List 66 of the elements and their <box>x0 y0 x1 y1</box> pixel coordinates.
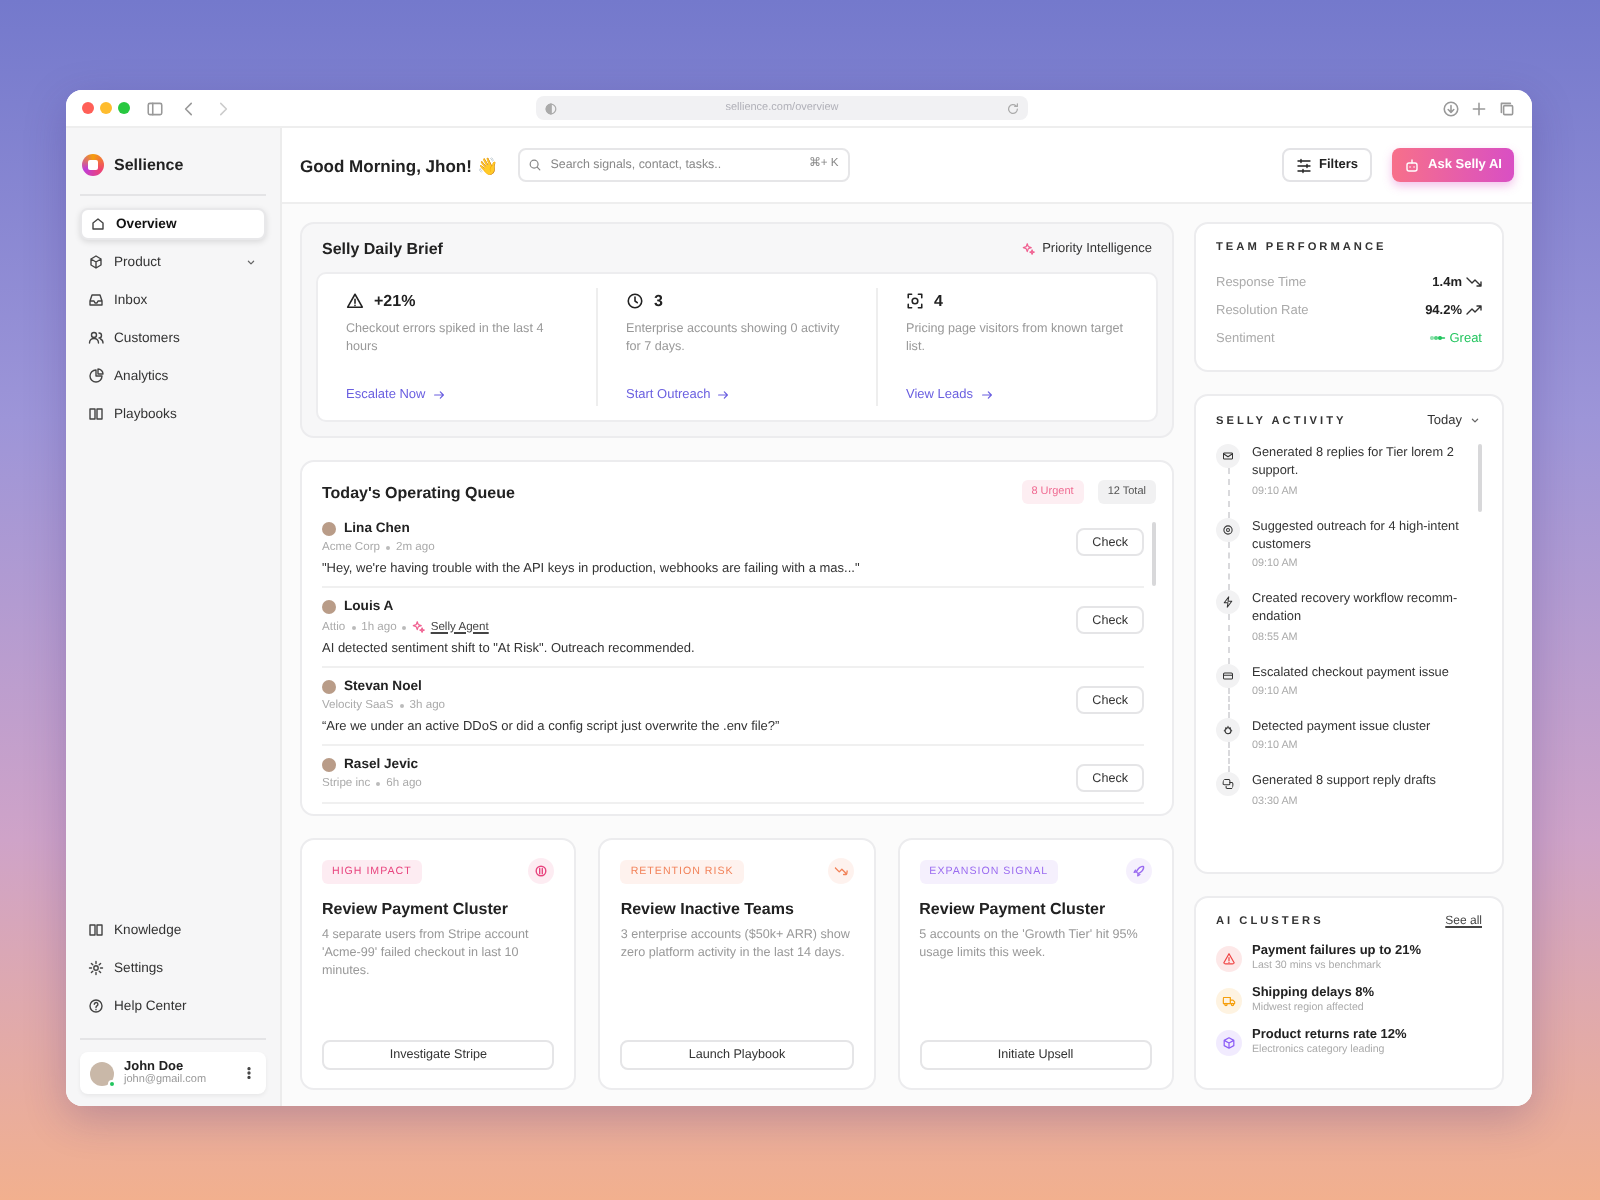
stat-value: +21% <box>374 292 416 310</box>
bug-icon <box>1216 717 1240 742</box>
sidebar-toggle-icon[interactable] <box>146 99 164 117</box>
separator-dot <box>386 546 390 550</box>
arrow-right-icon <box>979 388 993 402</box>
arrow-right-icon <box>431 388 446 402</box>
chart-icon <box>88 368 104 384</box>
separator-dot <box>376 782 381 786</box>
new-tab-icon[interactable] <box>1470 99 1488 117</box>
trend-down-icon <box>827 858 854 884</box>
separator-dot <box>402 625 407 629</box>
home-icon <box>90 216 106 232</box>
window-control-dot[interactable] <box>82 102 94 114</box>
mail-icon <box>1216 444 1240 468</box>
logo-icon <box>82 153 104 175</box>
stat-value: 4 <box>934 292 943 310</box>
card-title: Review Payment Cluster <box>919 900 1108 918</box>
robot-icon <box>1404 157 1421 173</box>
card-title: Today's Operating Queue <box>322 483 515 501</box>
sparkle-icon <box>412 620 427 634</box>
target-icon <box>1216 517 1240 542</box>
bolt-icon <box>1216 590 1240 615</box>
card-title: Selly Daily Brief <box>322 240 443 258</box>
warning-icon <box>346 292 364 310</box>
status-dots-icon <box>1427 330 1446 346</box>
card-icon <box>1216 663 1240 688</box>
trend-down-icon <box>1466 274 1482 290</box>
trend-up-icon <box>1466 302 1482 318</box>
chevron-down-icon <box>1468 414 1482 428</box>
forward-icon[interactable] <box>214 99 232 117</box>
brand-name: Sellience <box>114 155 184 173</box>
tabs-icon[interactable] <box>1498 99 1516 117</box>
card-title: Review Inactive Teams <box>620 900 796 918</box>
avatar <box>322 600 336 614</box>
help-icon <box>88 998 104 1014</box>
separator-dot <box>399 704 404 708</box>
chat-icon <box>1216 772 1240 797</box>
reload-icon <box>1006 101 1020 115</box>
stat-value: 3 <box>654 292 663 310</box>
scrollbar[interactable] <box>1478 444 1482 512</box>
chevron-down-icon <box>244 255 258 269</box>
more-icon[interactable] <box>242 1066 256 1080</box>
filter-icon <box>1295 157 1311 173</box>
sparkle-icon <box>1022 242 1037 256</box>
people-icon <box>88 330 104 346</box>
inbox-icon <box>88 292 104 308</box>
shield-icon <box>544 101 558 115</box>
window-control-dot[interactable] <box>118 102 130 114</box>
avatar <box>322 680 336 694</box>
scrollbar[interactable] <box>1152 522 1156 586</box>
card-title: Review Payment Cluster <box>322 900 510 918</box>
cube-icon <box>88 254 104 270</box>
avatar <box>322 522 336 536</box>
book-icon <box>88 406 104 422</box>
rocket-icon <box>1125 858 1152 884</box>
arrow-right-icon <box>716 388 731 402</box>
separator-dot <box>351 625 356 629</box>
settings-icon <box>88 960 104 976</box>
download-icon[interactable] <box>1442 99 1460 117</box>
clock-icon <box>626 292 644 310</box>
book-icon <box>88 922 104 938</box>
scan-icon <box>906 292 924 310</box>
window-control-dot[interactable] <box>100 102 112 114</box>
back-icon[interactable] <box>180 99 198 117</box>
avatar <box>322 758 336 772</box>
greeting: Good Morning, Jhon! 👋 <box>300 155 499 175</box>
